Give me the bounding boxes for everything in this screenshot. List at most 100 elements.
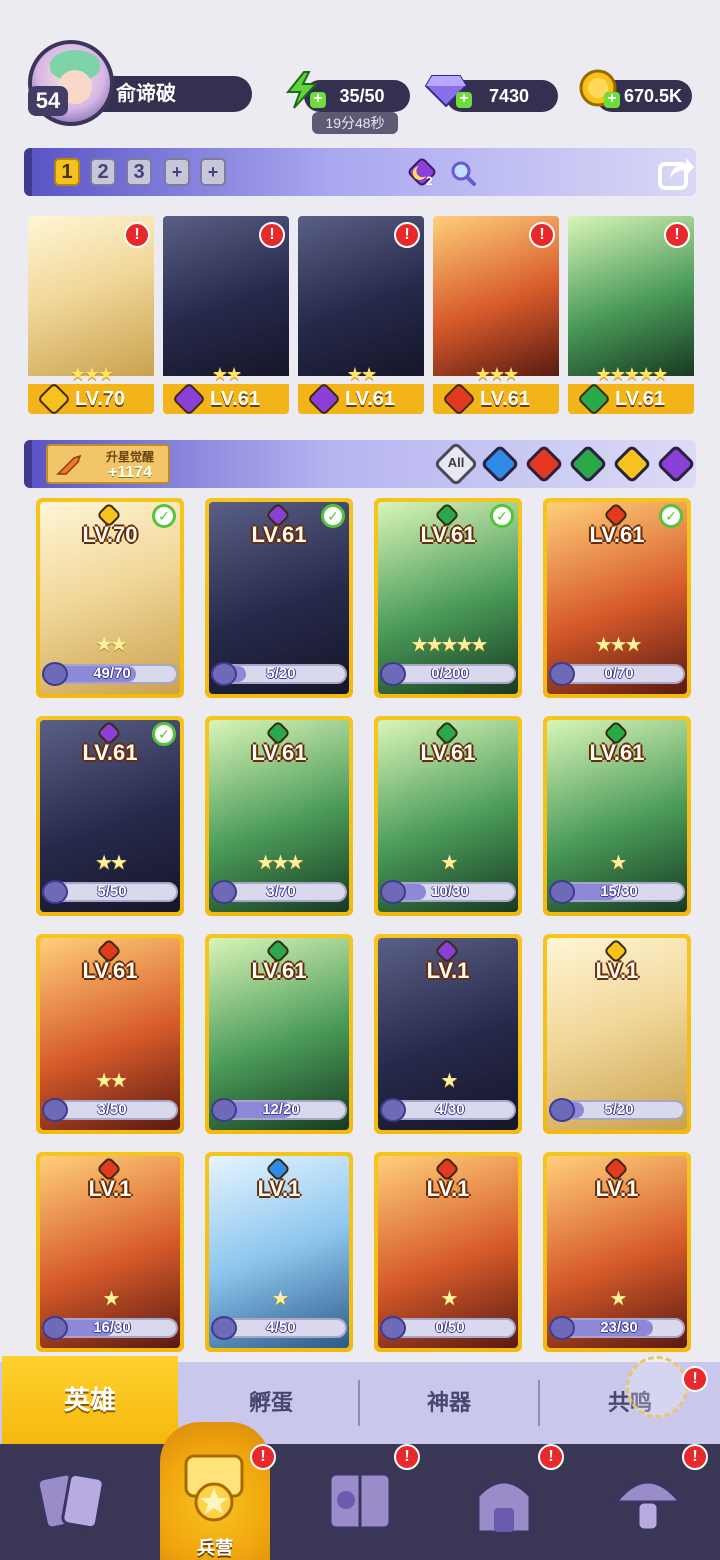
share-icon[interactable] (656, 152, 696, 192)
team-buff-icon[interactable] (406, 156, 438, 188)
filter-dark-icon[interactable] (656, 444, 696, 484)
hero-card[interactable]: LV.61 ★ 15/30 (543, 716, 691, 916)
shard-progress-bar: 3/50 (42, 1098, 178, 1122)
shard-count: 5/20 (604, 1101, 634, 1118)
team-selector-bar: 1 2 3 + + 2 (24, 148, 696, 196)
nav-cards[interactable] (0, 1444, 144, 1560)
in-team-check-icon: ✓ (152, 504, 176, 528)
hero-stars: ★ (440, 1070, 459, 1092)
add-energy-button[interactable]: + (310, 91, 326, 108)
nav-map-alert: ! (394, 1444, 420, 1470)
hero-stars: ★★★ (256, 852, 305, 874)
hero-level: LV.61 (82, 958, 138, 983)
add-gems-button[interactable]: + (456, 91, 472, 108)
tab-artifact[interactable]: 神器 (360, 1362, 538, 1444)
shard-progress-bar: 49/70 (42, 662, 178, 686)
hero-level: LV.1 (595, 958, 639, 983)
barracks-icon (184, 1454, 244, 1522)
cards-icon (36, 1472, 105, 1530)
sword-icon (56, 454, 82, 475)
star-awaken-button[interactable]: 升星觉醒 +1174 (46, 444, 170, 484)
hero-stars: ★ (440, 1288, 459, 1310)
hero-stars: ★ (440, 852, 459, 874)
hero-card[interactable]: LV.1 ★ 4/30 (374, 934, 522, 1134)
mushroom-icon (612, 1480, 684, 1532)
shard-count: 15/30 (600, 883, 638, 900)
shard-progress-bar: 0/70 (549, 662, 685, 686)
floating-event-button[interactable] (626, 1356, 688, 1418)
hero-alert-badge: ! (394, 222, 420, 248)
hero-card[interactable]: LV.61 ✓ 5/20 (205, 498, 353, 698)
nav-barracks-label: 兵营 (197, 1538, 233, 1558)
search-icon[interactable] (450, 160, 476, 186)
shard-count: 5/20 (266, 665, 296, 682)
player-level: 54 (28, 86, 68, 116)
hero-stars: ★★★ (474, 364, 519, 384)
in-team-check-icon: ✓ (321, 504, 345, 528)
hero-level: LV.61 (251, 740, 307, 765)
shard-progress-bar: 15/30 (549, 880, 685, 904)
hero-stars: ★★ (95, 634, 128, 656)
nav-mushroom-alert: ! (682, 1444, 708, 1470)
filter-nature-icon[interactable] (568, 444, 608, 484)
nav-barracks-alert: ! (250, 1444, 276, 1470)
filter-light-icon[interactable] (612, 444, 652, 484)
energy-timer: 19分48秒 (312, 112, 398, 134)
hero-card[interactable]: LV.61 ★★★ 3/70 (205, 716, 353, 916)
filter-water-icon[interactable] (480, 444, 520, 484)
team-tab-add-2[interactable]: + (200, 158, 226, 186)
hero-card[interactable]: LV.61 12/20 (205, 934, 353, 1134)
shard-progress-bar: 10/30 (380, 880, 516, 904)
hero-stars: ★ (271, 1288, 290, 1310)
hero-level: LV.61 (420, 740, 476, 765)
hero-card[interactable]: LV.1 ★ 16/30 (36, 1152, 184, 1352)
hero-card[interactable]: LV.1 ★ 4/50 (205, 1152, 353, 1352)
shard-progress-bar: 3/70 (211, 880, 347, 904)
hero-level: LV.1 (257, 1176, 301, 1201)
hero-stars: ★★★ (594, 634, 643, 656)
hero-card[interactable]: LV.61 ✓ ★★★ 0/70 (543, 498, 691, 698)
hero-filter-bar: 升星觉醒 +1174 All (24, 440, 696, 488)
filter-fire-icon[interactable] (524, 444, 564, 484)
team-tab-2[interactable]: 2 (90, 158, 116, 186)
hero-stars: ★★ (346, 364, 377, 384)
hero-card[interactable]: LV.1 ★ 23/30 (543, 1152, 691, 1352)
hero-stars: ★ (102, 1288, 121, 1310)
hero-card[interactable]: LV.70 ✓ ★★ 49/70 (36, 498, 184, 698)
shard-progress-bar: 4/30 (380, 1098, 516, 1122)
hero-card[interactable]: LV.61 ★ 10/30 (374, 716, 522, 916)
hero-level: LV.61 (251, 958, 307, 983)
shard-count: 0/70 (604, 665, 634, 682)
hero-card[interactable]: LV.61 ★★ 3/50 (36, 934, 184, 1134)
filter-all-label: All (447, 455, 465, 470)
floating-alert-badge: ! (682, 1366, 708, 1392)
shard-count: 10/30 (431, 883, 469, 900)
hero-stars: ★ (609, 852, 628, 874)
shard-count: 4/30 (435, 1101, 465, 1118)
hero-stars: ★ (609, 1288, 628, 1310)
shard-progress-bar: 5/20 (549, 1098, 685, 1122)
hero-alert-badge: ! (529, 222, 555, 248)
player-avatar[interactable]: 54 (28, 40, 114, 126)
team-tab-3[interactable]: 3 (126, 158, 152, 186)
hero-stars: ★★★ (69, 364, 114, 384)
hero-card[interactable]: LV.61 ✓ ★★ 5/50 (36, 716, 184, 916)
hero-level: LV.1 (88, 1176, 132, 1201)
map-book-icon (328, 1472, 392, 1530)
shard-count: 49/70 (93, 665, 131, 682)
team-tab-add-1[interactable]: + (164, 158, 190, 186)
shard-progress-bar: 0/50 (380, 1316, 516, 1340)
shard-count: 3/70 (266, 883, 296, 900)
tab-heroes[interactable]: 英雄 (2, 1356, 178, 1444)
shard-progress-bar: 0/200 (380, 662, 516, 686)
hero-card[interactable]: LV.1 5/20 (543, 934, 691, 1134)
hero-stars: ★★★★★ (595, 364, 669, 384)
hero-card[interactable]: LV.61 ✓ ★★★★★ 0/200 (374, 498, 522, 698)
hero-card[interactable]: LV.1 ★ 0/50 (374, 1152, 522, 1352)
in-team-check-icon: ✓ (490, 504, 514, 528)
team-tab-1[interactable]: 1 (54, 158, 80, 186)
hero-level: LV.1 (595, 1176, 639, 1201)
nav-barracks[interactable]: 兵营 (160, 1422, 270, 1560)
shard-progress-bar: 5/20 (211, 662, 347, 686)
add-gold-button[interactable]: + (604, 91, 620, 108)
